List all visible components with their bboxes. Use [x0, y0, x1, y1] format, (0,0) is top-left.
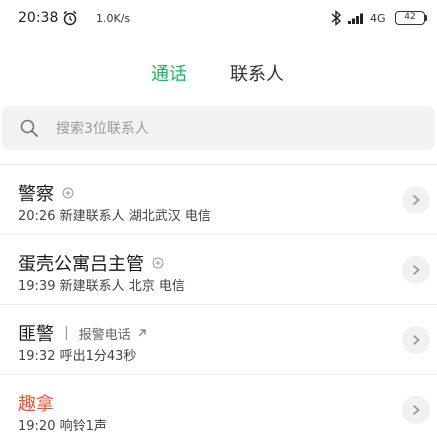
call-log-item[interactable]: 蛋壳公寓吕主管 19:39 新建联系人 北京 电信 — [0, 234, 437, 305]
tab-calls[interactable]: 通话 — [151, 60, 187, 86]
search-icon — [20, 119, 38, 137]
detail-chevron-button[interactable] — [402, 256, 430, 284]
battery-level: 42 — [404, 12, 416, 22]
bluetooth-icon — [331, 9, 342, 27]
separator: | — [64, 325, 69, 341]
search-input[interactable] — [54, 106, 418, 152]
call-title: 趣拿 — [18, 390, 54, 416]
signal-icon — [348, 13, 363, 24]
call-detail: 19:32 呼出1分43秒 — [18, 349, 137, 364]
chevron-right-icon — [412, 264, 420, 276]
contact-name: 蛋壳公寓吕主管 — [18, 254, 144, 275]
add-contact-icon[interactable] — [62, 187, 74, 199]
call-log-item[interactable]: 匪警 | 报警电话 19:32 呼出1分43秒 — [0, 304, 437, 375]
call-detail: 19:20 响铃1声 — [18, 419, 107, 434]
chevron-right-icon — [412, 404, 420, 416]
alarm-icon — [63, 10, 77, 26]
chevron-right-icon — [412, 334, 420, 346]
call-title: 匪警 | 报警电话 — [18, 320, 147, 346]
detail-chevron-button[interactable] — [402, 186, 430, 214]
status-bar: 20:38 1.0K/s 4G 42 — [0, 0, 437, 36]
add-contact-icon[interactable] — [152, 257, 164, 269]
network-type: 4G — [370, 12, 386, 25]
call-title: 蛋壳公寓吕主管 — [18, 250, 164, 276]
chevron-right-icon — [412, 194, 420, 206]
tab-contacts[interactable]: 联系人 — [230, 60, 284, 86]
search-box[interactable] — [2, 106, 435, 152]
contact-name: 警察 — [18, 184, 54, 205]
detail-chevron-button[interactable] — [402, 396, 430, 424]
outgoing-call-icon — [138, 329, 146, 337]
tab-bar: 通话 联系人 — [0, 58, 437, 90]
battery-icon: 42 — [395, 11, 425, 25]
network-speed: 1.0K/s — [96, 12, 131, 25]
detail-chevron-button[interactable] — [402, 326, 430, 354]
call-detail: 19:39 新建联系人 北京 电信 — [18, 279, 185, 294]
number-tag: 报警电话 — [78, 327, 131, 343]
contact-name-missed: 趣拿 — [18, 394, 54, 415]
call-log-item[interactable]: 趣拿 19:20 响铃1声 — [0, 374, 437, 445]
contact-name: 匪警 — [18, 324, 54, 345]
call-title: 警察 — [18, 180, 74, 206]
call-log-item[interactable]: 警察 20:26 新建联系人 湖北武汉 电信 — [0, 164, 437, 235]
call-detail: 20:26 新建联系人 湖北武汉 电信 — [18, 209, 211, 224]
battery-tip — [425, 15, 427, 21]
status-time: 20:38 — [18, 10, 59, 26]
